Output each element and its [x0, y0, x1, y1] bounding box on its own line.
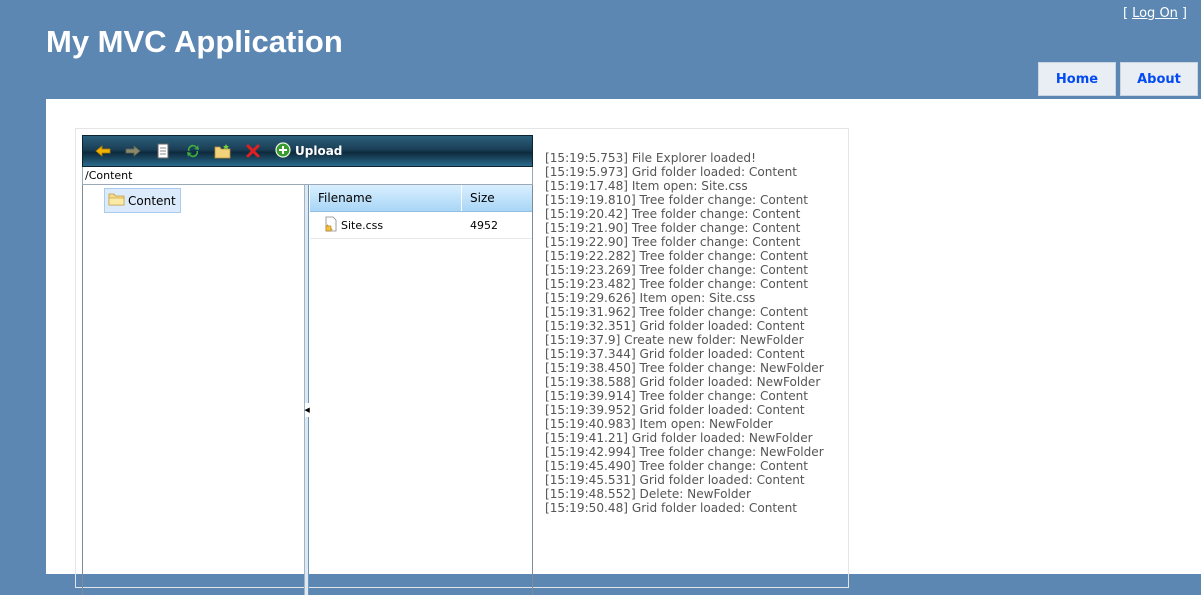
log-entry: [15:19:19.810] Tree folder change: Conte…	[545, 193, 809, 207]
file-explorer: Upload /Content Content ◀ Filename Size …	[82, 135, 533, 595]
cell-size: 4952	[470, 218, 498, 232]
login-bracket-open: [	[1123, 6, 1129, 21]
folder-tree: Content	[83, 185, 305, 595]
log-entry: [15:19:50.48] Grid folder loaded: Conten…	[545, 501, 797, 515]
refresh-icon[interactable]	[181, 140, 205, 162]
log-on-link[interactable]: Log On	[1132, 6, 1178, 21]
app-title: My MVC Application	[46, 24, 343, 59]
css-file-icon	[324, 216, 338, 235]
log-entry: [15:19:40.983] Item open: NewFolder	[545, 417, 773, 431]
explorer-panes: Content ◀ Filename Size Site.css 4952	[82, 185, 533, 595]
log-entry: [15:19:5.973] Grid folder loaded: Conten…	[545, 165, 797, 179]
upload-icon	[275, 141, 291, 161]
log-entry: [15:19:29.626] Item open: Site.css	[545, 291, 756, 305]
tree-node-content[interactable]: Content	[104, 188, 181, 213]
cell-filename: Site.css	[310, 216, 462, 235]
log-entry: [15:19:38.588] Grid folder loaded: NewFo…	[545, 375, 821, 389]
log-entry: [15:19:39.952] Grid folder loaded: Conte…	[545, 403, 805, 417]
delete-icon[interactable]	[241, 140, 265, 162]
log-entry: [15:19:37.9] Create new folder: NewFolde…	[545, 333, 804, 347]
log-entry: [15:19:41.21] Grid folder loaded: NewFol…	[545, 431, 813, 445]
collapse-arrow-icon[interactable]: ◀	[304, 403, 310, 417]
log-entry: [15:19:20.42] Tree folder change: Conten…	[545, 207, 801, 221]
tree-node-label: Content	[128, 193, 176, 208]
log-entry: [15:19:22.282] Tree folder change: Conte…	[545, 249, 809, 263]
login-bracket-close: ]	[1181, 6, 1187, 21]
log-entry: [15:19:42.994] Tree folder change: NewFo…	[545, 445, 824, 459]
table-row[interactable]: Site.css 4952	[310, 212, 532, 239]
menu-about[interactable]: About	[1120, 62, 1198, 96]
upload-button[interactable]: Upload	[275, 141, 343, 161]
column-header-size[interactable]: Size	[462, 185, 532, 211]
log-entry: [15:19:38.450] Tree folder change: NewFo…	[545, 361, 824, 375]
log-entry: [15:19:37.344] Grid folder loaded: Conte…	[545, 347, 805, 361]
explorer-toolbar: Upload	[82, 135, 533, 167]
log-entry: [15:19:31.962] Tree folder change: Conte…	[545, 305, 809, 319]
folder-icon	[108, 192, 125, 209]
file-explorer-container: Upload /Content Content ◀ Filename Size …	[75, 128, 849, 595]
event-log: [15:19:5.753] File Explorer loaded! [15:1…	[545, 151, 845, 515]
main-menu: Home About	[1038, 62, 1198, 96]
upload-label: Upload	[295, 144, 343, 158]
log-entry: [15:19:32.351] Grid folder loaded: Conte…	[545, 319, 805, 333]
log-entry: [15:19:45.531] Grid folder loaded: Conte…	[545, 473, 805, 487]
log-entry: [15:19:45.490] Tree folder change: Conte…	[545, 459, 809, 473]
path-field[interactable]: /Content	[82, 167, 533, 185]
log-entry: [15:19:23.269] Tree folder change: Conte…	[545, 263, 809, 277]
file-grid: Filename Size Site.css 4952	[310, 185, 532, 595]
log-entry: [15:19:21.90] Tree folder change: Conten…	[545, 221, 801, 235]
filename-text: Site.css	[341, 218, 384, 232]
login-display: [Log On]	[1123, 6, 1187, 21]
column-header-filename[interactable]: Filename	[310, 185, 462, 211]
new-document-icon[interactable]	[151, 140, 175, 162]
new-folder-icon[interactable]	[211, 140, 235, 162]
grid-header: Filename Size	[310, 185, 532, 212]
menu-home[interactable]: Home	[1038, 62, 1116, 96]
log-entry: [15:19:39.914] Tree folder change: Conte…	[545, 389, 809, 403]
main-content: Upload /Content Content ◀ Filename Size …	[46, 99, 1201, 595]
log-entry: [15:19:23.482] Tree folder change: Conte…	[545, 277, 809, 291]
log-entry: [15:19:48.552] Delete: NewFolder	[545, 487, 751, 501]
back-arrow-icon[interactable]	[91, 140, 115, 162]
log-entry: [15:19:17.48] Item open: Site.css	[545, 179, 748, 193]
pane-splitter[interactable]: ◀	[304, 185, 310, 595]
log-entry: [15:19:5.753] File Explorer loaded!	[545, 151, 756, 165]
log-entry: [15:19:22.90] Tree folder change: Conten…	[545, 235, 801, 249]
forward-arrow-icon[interactable]	[121, 140, 145, 162]
